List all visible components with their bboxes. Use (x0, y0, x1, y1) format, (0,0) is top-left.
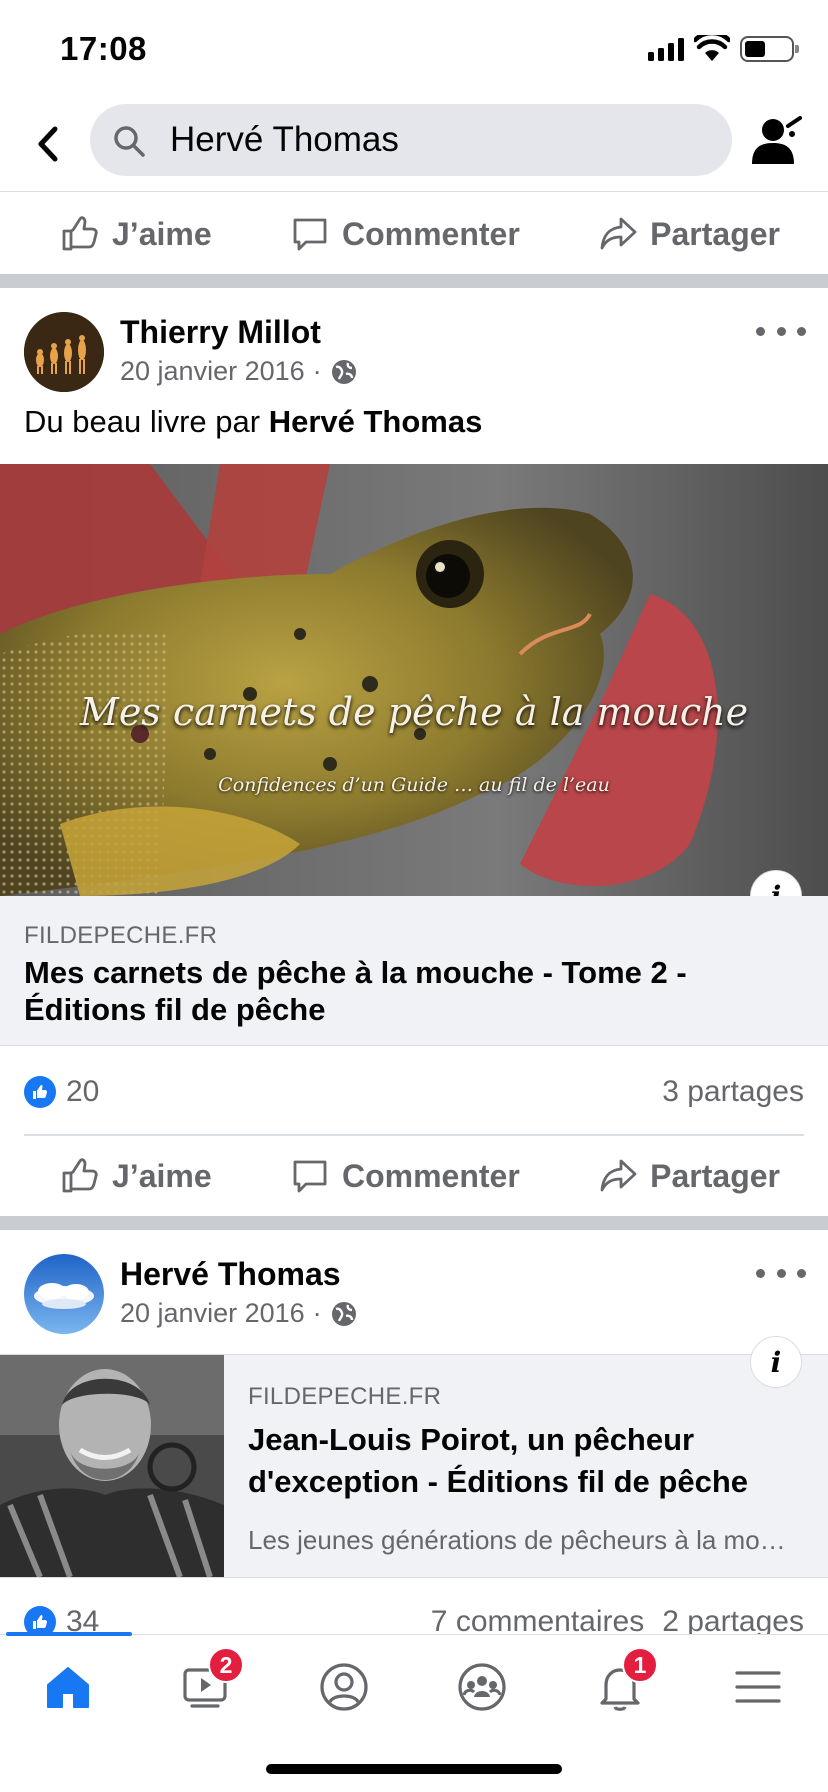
menu-icon (735, 1671, 781, 1703)
tab-home[interactable] (28, 1655, 108, 1719)
comment-label: Commenter (341, 1157, 520, 1194)
search-input[interactable]: Hervé Thomas (90, 104, 732, 176)
tab-watch[interactable]: 2 (166, 1647, 246, 1719)
action-bar-previous: J’aime Commenter Partager (0, 194, 828, 274)
post-date: 20 janvier 2016 (120, 1298, 305, 1328)
tab-profile[interactable] (304, 1655, 384, 1719)
link-description: Les jeunes générations de pêcheurs à la … (248, 1525, 800, 1555)
avatar[interactable] (24, 1254, 104, 1334)
evolution-avatar-image (24, 312, 104, 392)
meta-dot: · (312, 356, 322, 386)
link-title: Jean-Louis Poirot, un pêcheur d'exceptio… (248, 1422, 748, 1499)
share-label: Partager (650, 215, 780, 252)
profile-icon (320, 1663, 368, 1711)
sky-avatar-image (24, 1254, 104, 1334)
globe-icon (331, 1301, 356, 1326)
tab-groups[interactable] (442, 1655, 522, 1719)
search-query: Hervé Thomas (170, 120, 399, 159)
portrait-photo (0, 1355, 224, 1577)
wifi-icon (694, 35, 730, 61)
more-options-button[interactable] (756, 316, 806, 346)
share-label: Partager (650, 1157, 780, 1194)
person-icon[interactable] (746, 110, 806, 170)
groups-icon (458, 1663, 506, 1711)
reaction-summary: 20 3 partages (24, 1072, 804, 1112)
more-options-button[interactable] (756, 1258, 806, 1288)
link-caption[interactable]: FILDEPECHE.FR Mes carnets de pêche à la … (0, 896, 828, 1046)
link-domain: FILDEPECHE.FR (248, 1383, 442, 1410)
link-domain: FILDEPECHE.FR (24, 922, 218, 949)
like-button[interactable]: J’aime (60, 1156, 212, 1196)
meta-dot: · (312, 1298, 322, 1328)
post-meta: 20 janvier 2016 · (120, 1298, 358, 1329)
post-author[interactable]: Thierry Millot (120, 314, 321, 351)
info-icon[interactable]: i (750, 1336, 802, 1388)
post-date: 20 janvier 2016 (120, 356, 305, 386)
post-mention[interactable]: Hervé Thomas (269, 404, 483, 439)
status-icons (648, 34, 799, 64)
post-separator (0, 274, 828, 288)
active-tab-indicator (6, 1632, 132, 1636)
more-icon (756, 326, 765, 336)
status-time: 17:08 (60, 30, 147, 67)
search-header: Hervé Thomas (0, 96, 828, 192)
home-indicator (266, 1764, 562, 1774)
post-meta: 20 janvier 2016 · (120, 356, 358, 387)
like-label: J’aime (112, 1157, 212, 1194)
search-icon (114, 126, 145, 157)
back-arrow-icon (38, 126, 58, 162)
like-count-group[interactable]: 20 (24, 1075, 99, 1109)
trout-photo (0, 464, 828, 896)
cellular-signal-icon (648, 37, 684, 61)
tab-notifications[interactable]: 1 (580, 1647, 660, 1719)
back-button[interactable] (24, 116, 72, 172)
image-overlay-title: Mes carnets de pêche à la mouche (79, 690, 749, 734)
link-thumbnail (0, 1355, 224, 1577)
status-bar: 17:08 (0, 0, 828, 96)
share-button[interactable]: Partager (598, 214, 780, 254)
post-text: Du beau livre par Hervé Thomas (24, 404, 482, 440)
comment-icon (293, 1160, 327, 1193)
link-title: Mes carnets de pêche à la mouche - Tome … (24, 955, 687, 1027)
link-preview-card[interactable]: FILDEPECHE.FR Jean-Louis Poirot, un pêch… (0, 1354, 828, 1578)
battery-icon (740, 36, 799, 62)
share-icon (600, 1159, 637, 1192)
action-bar-post1: J’aime Commenter Partager (0, 1136, 828, 1216)
comment-icon (293, 218, 327, 251)
watch-badge: 2 (208, 1647, 244, 1683)
like-count: 20 (66, 1075, 100, 1108)
post-text-prefix: Du beau livre par (24, 404, 269, 439)
post-author[interactable]: Hervé Thomas (120, 1256, 341, 1293)
share-icon (600, 217, 637, 250)
post-separator (0, 1216, 828, 1230)
notifications-badge: 1 (622, 1647, 658, 1683)
like-reaction-icon (24, 1076, 56, 1108)
more-icon (756, 1268, 765, 1278)
tab-menu[interactable] (718, 1655, 798, 1719)
comment-button[interactable]: Commenter (290, 214, 520, 254)
share-count[interactable]: 3 partages (662, 1075, 804, 1109)
like-icon (62, 216, 98, 251)
like-label: J’aime (112, 215, 212, 252)
like-button[interactable]: J’aime (60, 214, 212, 254)
like-icon (62, 1158, 98, 1193)
link-preview-image[interactable]: Mes carnets de pêche à la mouche Confide… (0, 464, 828, 896)
comment-label: Commenter (341, 215, 520, 252)
avatar[interactable] (24, 312, 104, 392)
globe-icon (331, 359, 356, 384)
share-button[interactable]: Partager (598, 1156, 780, 1196)
image-overlay-subtitle: Confidences d’un Guide … au fil de l’eau (218, 774, 610, 796)
home-icon (47, 1667, 89, 1708)
comment-button[interactable]: Commenter (290, 1156, 520, 1196)
